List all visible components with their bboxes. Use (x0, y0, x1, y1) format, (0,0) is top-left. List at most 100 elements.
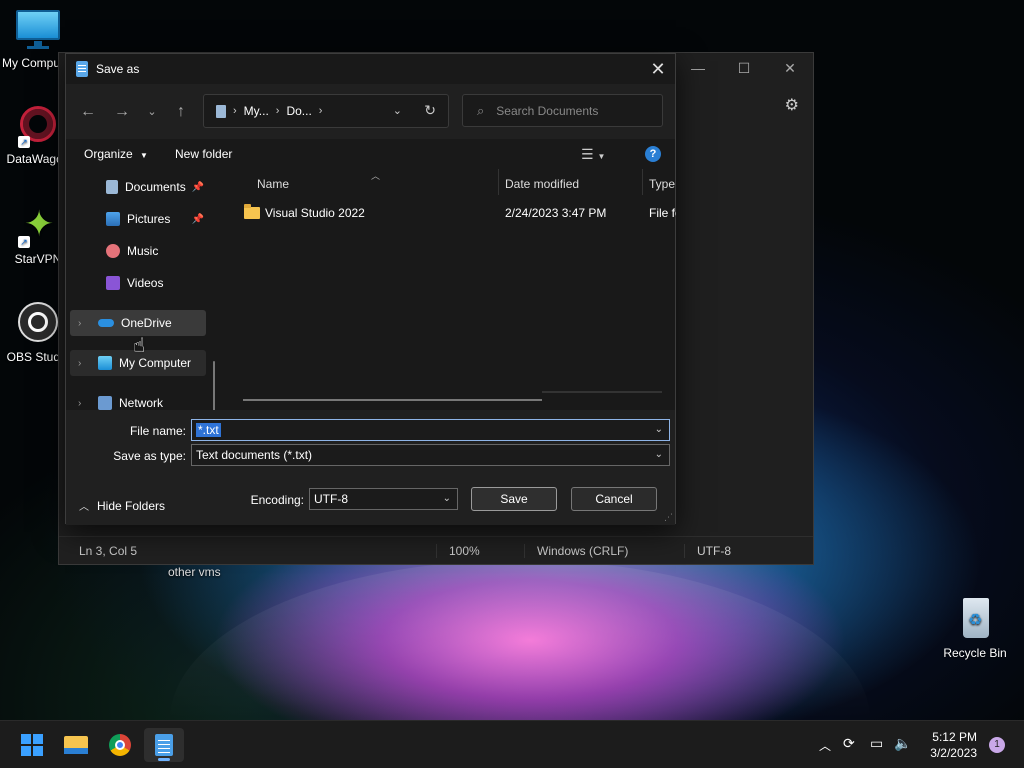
system-clock[interactable]: 5:12 PM 3/2/2023 (930, 729, 977, 761)
desktop-icon-recycle-bin[interactable]: ♻ Recycle Bin (937, 598, 1013, 660)
notepad-icon (155, 734, 173, 756)
encoding-select[interactable]: UTF-8 ⌄ (309, 488, 458, 510)
taskbar-file-explorer[interactable] (56, 728, 96, 762)
gear-icon[interactable]: ⚙ (785, 95, 799, 115)
chrome-icon (109, 734, 131, 756)
chevron-down-icon: ⌄ (442, 493, 451, 504)
onedrive-icon (98, 319, 114, 327)
folder-icon (244, 204, 260, 219)
dialog-title: Save as (96, 62, 140, 76)
up-arrow-icon[interactable]: ↑ (170, 102, 192, 122)
navigation-bar: ← → ⌄ ↑ › My... › Do... › ⌄ ↻ ⌕ Search D… (66, 84, 675, 139)
save-as-type-value: Text documents (*.txt) (196, 448, 313, 462)
volume-icon[interactable]: 🔈 (894, 735, 911, 752)
datawagon-icon: ↗ (16, 104, 60, 148)
network-icon (98, 396, 112, 410)
documents-icon (216, 104, 226, 118)
sidebar-item-documents[interactable]: Documents 📌 (70, 174, 206, 200)
dialog-title-bar: Save as (66, 54, 675, 84)
taskbar-chrome[interactable] (100, 728, 140, 762)
column-header-type[interactable]: Type (649, 177, 675, 191)
sidebar-item-network[interactable]: › Network (70, 390, 206, 410)
recent-locations-chevron-icon[interactable]: ⌄ (141, 102, 163, 122)
encoding-value: UTF-8 (314, 492, 348, 506)
line-ending: Windows (CRLF) (524, 544, 628, 558)
back-arrow-icon[interactable]: ← (77, 102, 99, 122)
sync-icon[interactable]: ⟳ (843, 735, 855, 752)
horizontal-scroll-track (542, 391, 662, 393)
file-name-label: File name: (129, 424, 186, 438)
close-icon[interactable]: ✕ (641, 54, 675, 84)
sidebar-item-label: My Computer (119, 356, 192, 370)
forward-arrow-icon[interactable]: → (111, 102, 133, 122)
maximize-icon[interactable]: ☐ (721, 53, 767, 83)
close-icon[interactable]: ✕ (767, 53, 813, 83)
file-row[interactable]: Visual Studio 2022 2/24/2023 3:47 PM Fil… (226, 202, 676, 226)
sidebar-item-music[interactable]: Music (70, 238, 206, 264)
view-options-icon[interactable]: ☰ ▼ (581, 146, 605, 163)
chevron-right-icon[interactable]: › (78, 398, 81, 409)
sidebar-item-videos[interactable]: Videos (70, 270, 206, 296)
resize-grip-icon[interactable]: ⋰ (664, 512, 673, 523)
videos-icon (106, 276, 120, 290)
column-divider[interactable] (498, 169, 499, 195)
notification-badge[interactable]: 1 (989, 737, 1005, 753)
chevron-up-icon: ︿ (79, 502, 89, 513)
sidebar-item-pictures[interactable]: Pictures 📌 (70, 206, 206, 232)
network-status-icon[interactable]: ▭ (870, 735, 883, 752)
sidebar-scrollbar[interactable] (213, 361, 215, 410)
monitor-icon (98, 356, 112, 370)
windows-logo-icon (21, 734, 43, 756)
column-header-date-modified[interactable]: Date modified (505, 177, 579, 191)
file-name-input[interactable]: *.txt ⌄ (191, 419, 670, 441)
taskbar-notepad[interactable] (144, 728, 184, 762)
column-divider[interactable] (642, 169, 643, 195)
save-as-dialog: Save as ✕ ← → ⌄ ↑ › My... › Do... › ⌄ ↻ … (65, 53, 676, 525)
save-options-panel: File name: *.txt ⌄ Save as type: Text do… (66, 410, 675, 525)
file-name: Visual Studio 2022 (265, 206, 365, 220)
chevron-down-icon[interactable]: ⌄ (655, 424, 663, 435)
refresh-icon[interactable]: ↻ (424, 102, 436, 119)
documents-icon (106, 180, 118, 194)
minimize-icon[interactable]: — (675, 53, 721, 83)
desktop-folder-label[interactable]: other vms (168, 565, 221, 579)
chevron-down-icon: ▼ (140, 151, 148, 160)
show-hidden-icons-chevron-icon[interactable]: ︿ (819, 737, 831, 754)
breadcrumb-separator-icon: › (233, 105, 237, 117)
new-folder-button[interactable]: New folder (175, 147, 232, 161)
organize-button[interactable]: Organize ▼ (84, 147, 148, 161)
chevron-down-icon[interactable]: ⌄ (393, 104, 402, 117)
status-bar: Ln 3, Col 5 100% Windows (CRLF) UTF-8 (59, 536, 813, 564)
sidebar-item-label: Music (127, 244, 159, 258)
sidebar-item-label: Pictures (127, 212, 171, 226)
hide-folders-label: Hide Folders (97, 498, 166, 513)
start-button[interactable] (12, 728, 52, 762)
encoding-status: UTF-8 (684, 544, 731, 558)
chevron-right-icon[interactable]: › (78, 358, 81, 369)
horizontal-scrollbar[interactable] (243, 399, 542, 401)
column-header-name[interactable]: Name (257, 177, 289, 191)
cancel-button[interactable]: Cancel (571, 487, 657, 511)
starvpn-icon: ✦ ↗ (16, 204, 60, 248)
help-icon[interactable]: ? (645, 146, 661, 162)
save-button[interactable]: Save (471, 487, 557, 511)
chevron-right-icon[interactable]: › (78, 318, 81, 329)
music-icon (106, 244, 120, 258)
breadcrumb-my-computer[interactable]: My... (244, 104, 269, 118)
save-as-type-select[interactable]: Text documents (*.txt) ⌄ (191, 444, 670, 466)
taskbar: ︿ ⟳ ▭ 🔈 5:12 PM 3/2/2023 1 (0, 720, 1024, 768)
search-icon: ⌕ (477, 102, 485, 118)
desktop-icon-label: StarVPN (14, 252, 62, 266)
clock-date: 3/2/2023 (930, 746, 977, 760)
save-as-type-label: Save as type: (113, 449, 186, 463)
breadcrumb-separator-icon: › (275, 105, 280, 117)
breadcrumb-documents[interactable]: Do... (286, 104, 311, 118)
hide-folders-button[interactable]: ︿ Hide Folders (79, 498, 166, 514)
file-date-modified: 2/24/2023 3:47 PM (505, 206, 607, 220)
notepad-icon (76, 61, 88, 77)
search-box[interactable]: ⌕ Search Documents (462, 94, 663, 127)
pin-icon: 📌 (191, 181, 204, 193)
sidebar-item-label: Network (119, 396, 164, 410)
address-bar[interactable]: › My... › Do... › ⌄ ↻ (203, 94, 449, 128)
hand-cursor-icon: ☝ (133, 335, 146, 357)
